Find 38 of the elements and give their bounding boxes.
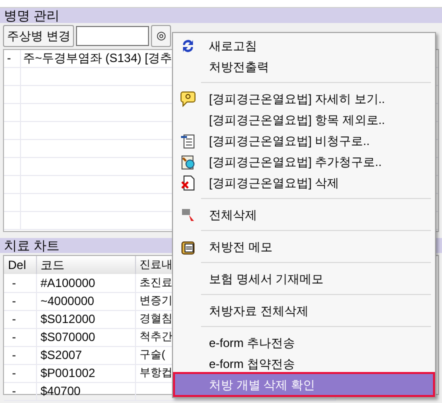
table-cell: - — [4, 50, 21, 67]
menu-item[interactable]: [경피경근온열요법] 비청구로.. — [175, 130, 433, 151]
table-cell: $S2007 — [36, 346, 135, 364]
column-header: Del — [4, 256, 36, 274]
table-cell: - — [4, 328, 36, 346]
document-icon — [180, 132, 196, 148]
menu-item[interactable]: [경피경근온열요법] 추가청구로.. — [175, 151, 433, 172]
table-cell: - — [4, 274, 36, 292]
menu-item[interactable]: [경피경근온열요법] 항목 제외로.. — [175, 109, 433, 130]
help-bubble-icon — [180, 90, 196, 106]
column-header: 코드 — [36, 256, 135, 274]
table-cell: $40700 — [36, 382, 135, 400]
panel-title: 병명 관리 — [0, 8, 442, 23]
menu-item[interactable]: 전체삭제 — [175, 204, 433, 225]
menu-item[interactable]: 처방 개별 삭제 확인 — [175, 374, 433, 395]
magnifier-document-icon — [180, 154, 196, 170]
menu-item[interactable]: 새로고침 — [175, 35, 433, 56]
menu-item[interactable]: [경피경근온열요법] 삭제 — [175, 172, 433, 193]
option-button[interactable]: ◎ — [151, 25, 172, 47]
table-cell-text: 주~두경부염좌 (S134) [경추 — [22, 50, 172, 67]
table-cell: - — [4, 310, 36, 328]
table-cell: $S070000 — [36, 328, 135, 346]
table-cell: ~4000000 — [36, 292, 135, 310]
table-cell: - — [4, 382, 36, 400]
table-cell: $S012000 — [36, 310, 135, 328]
table-cell: #A100000 — [36, 274, 135, 292]
menu-item[interactable]: [경피경근온열요법] 자세히 보기.. — [175, 88, 433, 109]
refresh-icon — [180, 38, 196, 54]
table-cell: $P001002 — [36, 364, 135, 382]
table-cell: - — [4, 292, 36, 310]
memo-icon — [180, 238, 196, 254]
menu-item[interactable]: 처방전출력 — [175, 56, 433, 77]
table-cell: - — [4, 346, 36, 364]
change-diagnosis-button[interactable]: 주상병 변경 — [3, 25, 74, 47]
delete-all-icon — [180, 206, 196, 222]
table-cell: - — [4, 364, 36, 382]
delete-document-icon — [180, 174, 196, 190]
input-field[interactable] — [76, 26, 150, 46]
